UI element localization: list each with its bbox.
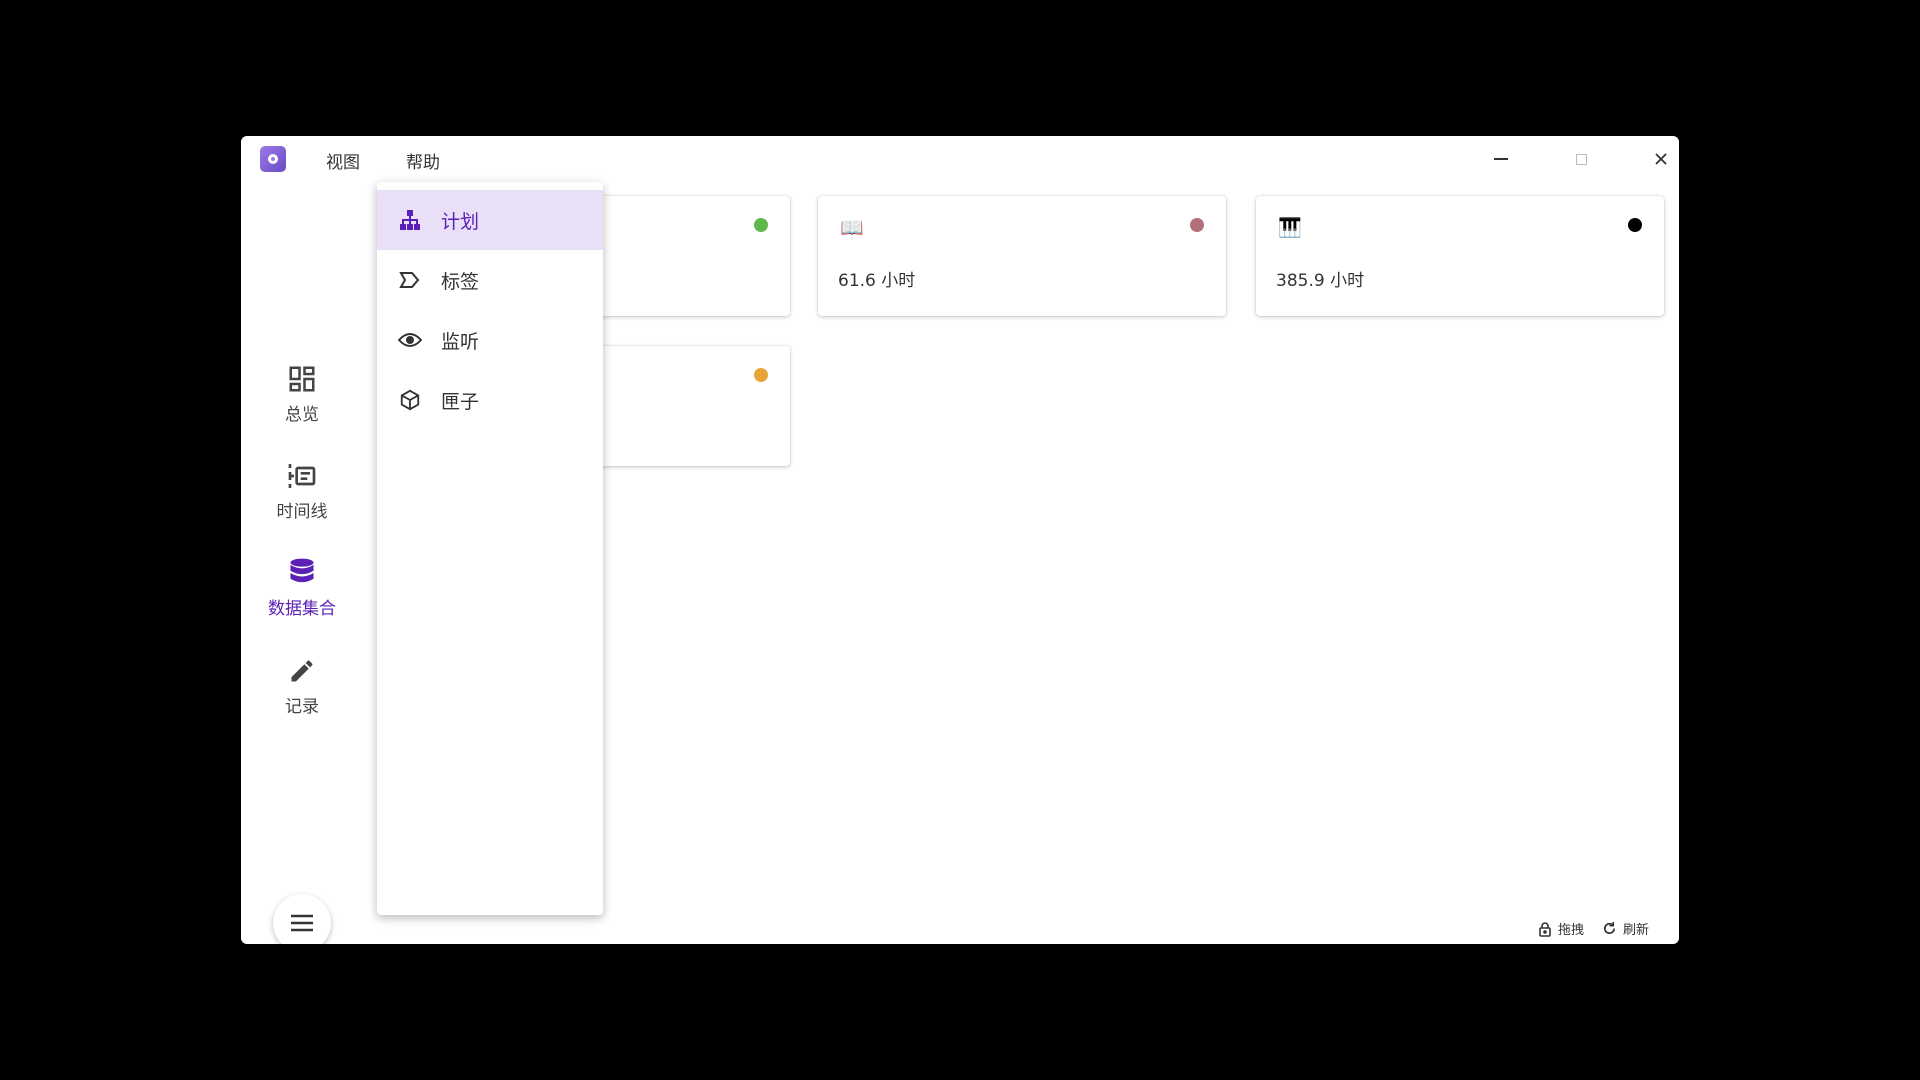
refresh-icon: [1604, 921, 1616, 934]
status-footer: 拖拽 刷新: [1538, 919, 1649, 938]
maximize-icon: [1575, 153, 1587, 165]
hamburger-menu-icon: [291, 914, 313, 932]
menu-item-plan[interactable]: 计划: [377, 190, 603, 250]
lock-icon: [1539, 921, 1551, 937]
menu-item-label: 监听: [441, 330, 480, 353]
rail-item-label: 数据集合: [268, 599, 336, 619]
status-dot: [754, 218, 768, 232]
minimize-button[interactable]: [1481, 144, 1521, 174]
rail-item-label: 记录: [285, 697, 319, 717]
menu-item-label: 标签: [441, 270, 480, 293]
maximize-button[interactable]: [1561, 144, 1601, 174]
database-icon: [285, 556, 319, 590]
tag-outline-icon: [397, 267, 423, 293]
rail-item-label: 时间线: [276, 502, 328, 522]
piano-icon: 🎹: [1278, 217, 1302, 239]
dataset-type-menu: 计划 标签 监听 匣子: [377, 182, 603, 915]
dashboard-icon: [285, 362, 319, 396]
rail-item-timeline[interactable]: 时间线: [241, 459, 363, 522]
refresh-label: 刷新: [1622, 923, 1649, 938]
status-dot: [1190, 218, 1204, 232]
rail-item-overview[interactable]: 总览: [241, 362, 363, 425]
dataset-card[interactable]: 📖 61.6 小时: [818, 196, 1226, 316]
status-dot: [1628, 218, 1642, 232]
menu-item-box[interactable]: 匣子: [377, 370, 603, 430]
sitemap-icon: [397, 207, 423, 233]
navigation-rail: 总览 时间线 数据集合 记录: [241, 182, 363, 944]
rail-item-datasets[interactable]: 数据集合: [241, 556, 363, 619]
close-icon: [1655, 153, 1667, 165]
drag-toggle[interactable]: 拖拽: [1538, 919, 1584, 938]
menu-item-tags[interactable]: 标签: [377, 250, 603, 310]
book-icon: 📖: [840, 217, 864, 239]
menu-item-watch[interactable]: 监听: [377, 310, 603, 370]
status-dot: [754, 368, 768, 382]
menu-item-label: 匣子: [441, 390, 480, 413]
card-value: 385.9 小时: [1276, 271, 1365, 291]
pencil-icon: [285, 654, 319, 688]
timeline-icon: [285, 459, 319, 493]
card-value: 61.6 小时: [838, 271, 916, 291]
cube-icon: [397, 387, 423, 413]
drag-label: 拖拽: [1557, 923, 1584, 938]
menu-view[interactable]: 视图: [326, 148, 360, 173]
dataset-card[interactable]: 🎹 385.9 小时: [1256, 196, 1664, 316]
refresh-button[interactable]: 刷新: [1602, 919, 1649, 938]
title-bar: 视图 帮助: [241, 136, 1679, 182]
app-logo-icon: [260, 146, 286, 172]
close-button[interactable]: [1641, 144, 1679, 174]
minimize-icon: [1494, 157, 1508, 161]
menu-item-label: 计划: [441, 210, 480, 233]
rail-item-record[interactable]: 记录: [241, 654, 363, 717]
eye-icon: [397, 327, 423, 353]
app-window: 视图 帮助 总览 时间线 数据集合 记录 📖 61.6 小时 🎹 385.9 小…: [241, 136, 1679, 944]
menu-help[interactable]: 帮助: [406, 148, 440, 173]
rail-item-label: 总览: [285, 405, 319, 425]
menu-fab-button[interactable]: [273, 894, 331, 944]
